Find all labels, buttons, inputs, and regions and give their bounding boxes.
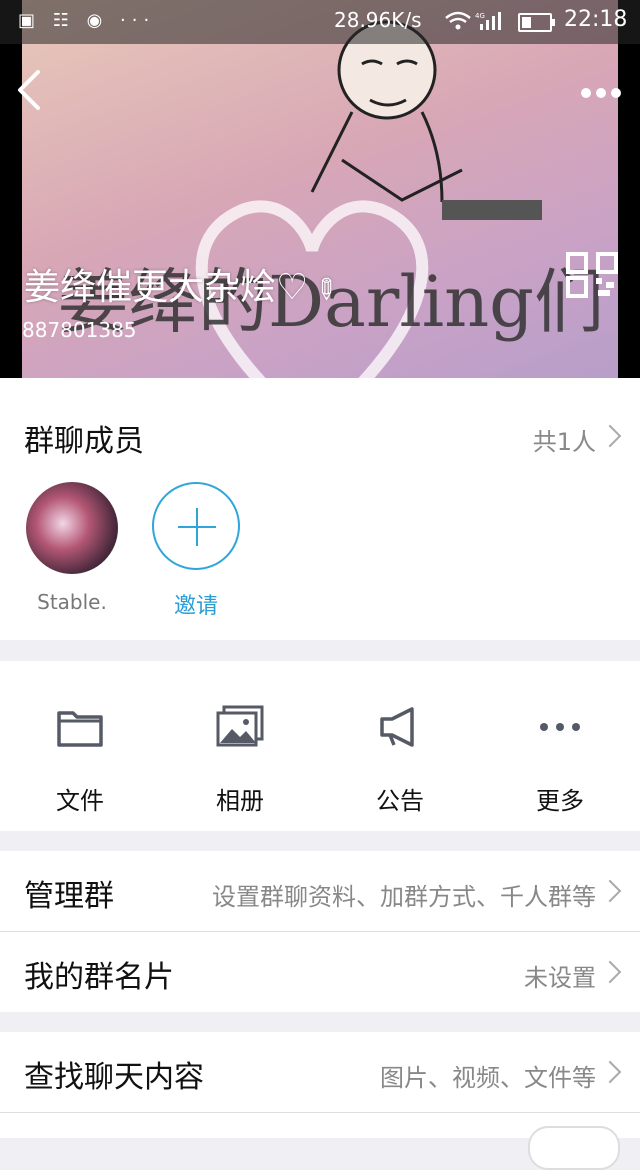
- folder-icon: [57, 711, 103, 747]
- battery-icon: [518, 13, 555, 32]
- group-id: 887801385: [22, 318, 137, 342]
- row-label: 查找聊天内容: [24, 1060, 204, 1095]
- row-value: 图片、视频、文件等: [380, 1064, 596, 1092]
- svg-text:4G: 4G: [475, 12, 485, 20]
- tool-files[interactable]: 文件: [0, 661, 160, 831]
- qr-code-icon[interactable]: [566, 252, 618, 298]
- more-dots-icon: [581, 88, 621, 98]
- tool-label: 相册: [216, 787, 264, 815]
- members-section: 群聊成员 共1人 Stable. 邀请: [0, 378, 640, 640]
- members-title: 群聊成员: [24, 424, 144, 459]
- status-bar: ▣ ☷ ◉ ··· 28.96K/s 4G 22:18: [0, 0, 640, 44]
- tool-announcement[interactable]: 公告: [320, 661, 480, 831]
- chevron-left-icon: [18, 70, 40, 110]
- album-icon: [216, 705, 264, 747]
- signal-icons: 4G: [444, 10, 504, 36]
- row-label: 我的群名片: [24, 960, 174, 995]
- row-manage-group[interactable]: 管理群 设置群聊资料、加群方式、千人群等: [0, 851, 640, 931]
- row-search-chat[interactable]: 查找聊天内容 图片、视频、文件等: [0, 1032, 640, 1112]
- wifi-icon: 4G: [445, 11, 501, 30]
- group-header: 姜绛的Darling们 ▣ ☷ ◉ ··· 28.96K/s 4G 22:18: [0, 0, 640, 378]
- invite-label: 邀请: [173, 594, 218, 619]
- group-name-text: 姜绛催更大杂烩♡: [24, 267, 309, 308]
- member-name: Stable.: [37, 590, 107, 614]
- more-dots-icon: [540, 723, 580, 731]
- tool-label: 文件: [56, 787, 104, 815]
- network-speed: 28.96K/s: [334, 8, 422, 32]
- member-count[interactable]: 共1人: [533, 422, 596, 457]
- group-tools: 文件 相册 公告 更多: [0, 661, 640, 831]
- tool-label: 公告: [376, 787, 424, 815]
- megaphone-icon: [380, 707, 414, 747]
- tool-more[interactable]: 更多: [480, 661, 640, 831]
- row-value: 设置群聊资料、加群方式、千人群等: [212, 883, 596, 911]
- member-avatar[interactable]: [26, 482, 118, 574]
- more-menu-button[interactable]: [580, 78, 622, 106]
- row-my-group-card[interactable]: 我的群名片 未设置: [0, 932, 640, 1012]
- row-value: 未设置: [524, 964, 596, 992]
- row-label: 管理群: [24, 879, 114, 914]
- back-button[interactable]: [12, 68, 52, 112]
- chevron-right-icon: [598, 1060, 622, 1084]
- clock: 22:18: [564, 7, 628, 32]
- tool-label: 更多: [536, 787, 584, 815]
- chevron-right-icon: [598, 424, 622, 448]
- notification-icons: ▣ ☷ ◉ ···: [18, 10, 156, 31]
- invite-button[interactable]: [152, 482, 240, 570]
- chevron-right-icon: [598, 960, 622, 984]
- chevron-right-icon: [598, 879, 622, 903]
- toggle-switch[interactable]: [528, 1126, 620, 1170]
- tool-album[interactable]: 相册: [160, 661, 320, 831]
- group-name[interactable]: 姜绛催更大杂烩♡✎: [24, 258, 346, 310]
